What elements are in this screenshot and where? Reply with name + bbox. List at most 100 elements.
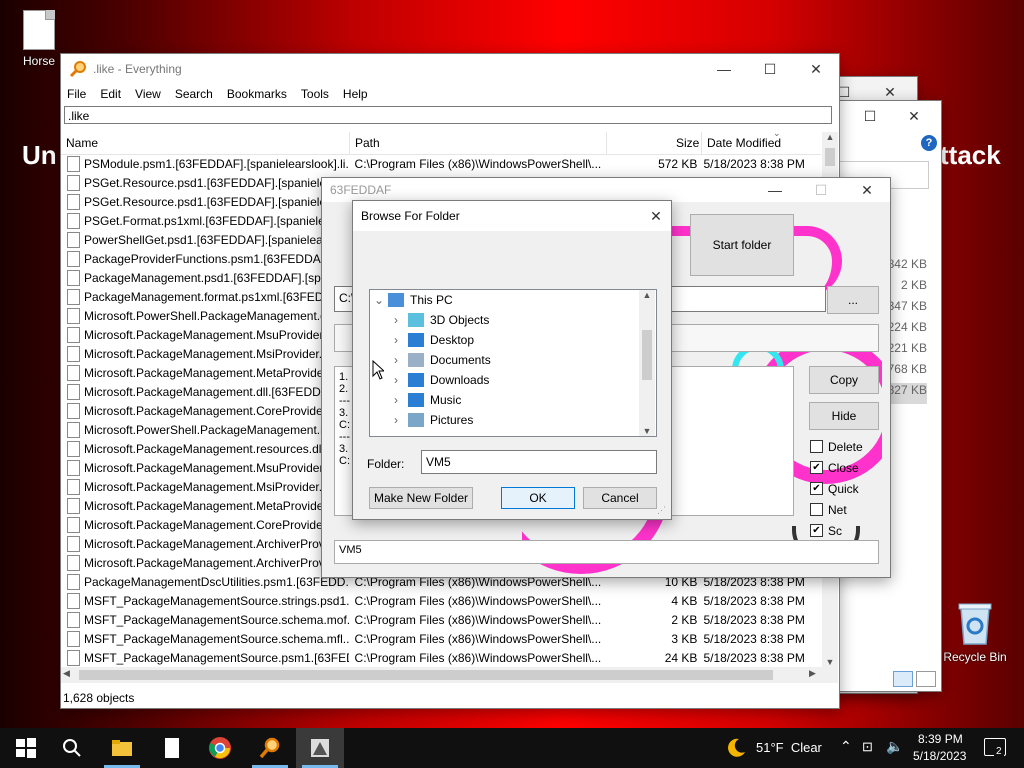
- bottom-input[interactable]: VM5: [334, 540, 879, 564]
- scroll-up-icon[interactable]: ▲: [639, 290, 655, 304]
- taskbar-app-highlight[interactable]: [296, 728, 344, 768]
- everything-search-icon[interactable]: [258, 736, 282, 760]
- chevron-down-icon[interactable]: ⌄: [374, 293, 388, 307]
- chevron-right-icon[interactable]: ›: [394, 353, 408, 367]
- start-folder-button[interactable]: Start folder: [690, 214, 794, 276]
- moon-weather-icon[interactable]: [724, 736, 748, 760]
- desktop-icon-recycle-bin[interactable]: Recycle Bin: [940, 600, 1010, 664]
- details-view-icon[interactable]: [893, 671, 913, 687]
- windows-start-icon[interactable]: [14, 736, 38, 760]
- tree-item[interactable]: › Documents: [394, 350, 491, 370]
- help-icon[interactable]: ?: [921, 135, 937, 151]
- tree-item[interactable]: › 3D Objects: [394, 310, 489, 330]
- menu-tools[interactable]: Tools: [301, 87, 329, 101]
- browse-folder-dialog[interactable]: Browse For Folder ✕ ⌄ This PC › 3D Objects ›…: [352, 200, 672, 520]
- maximize-icon[interactable]: ☐: [747, 54, 793, 84]
- tree-item[interactable]: ⌄ This PC: [374, 290, 453, 310]
- option-net[interactable]: Net: [810, 499, 880, 520]
- tree-item[interactable]: › Pictures: [394, 410, 473, 430]
- hide-button[interactable]: Hide: [809, 402, 879, 430]
- scroll-up-icon[interactable]: ▲: [822, 132, 838, 148]
- tree-scrollbar[interactable]: ▲ ▼: [639, 290, 655, 436]
- chevron-right-icon[interactable]: ›: [394, 333, 408, 347]
- checkbox[interactable]: [810, 440, 823, 453]
- file-icon: [23, 10, 55, 50]
- option-close[interactable]: ✔ Close: [810, 457, 880, 478]
- checkbox[interactable]: [810, 503, 823, 516]
- chevron-right-icon[interactable]: ›: [394, 313, 408, 327]
- dialog-titlebar[interactable]: Browse For Folder ✕: [353, 201, 671, 231]
- close-icon[interactable]: ✕: [641, 201, 671, 231]
- browse-button[interactable]: ...: [827, 286, 879, 314]
- scroll-right-icon[interactable]: ▶: [809, 668, 816, 679]
- option-delete[interactable]: Delete: [810, 436, 880, 457]
- folder-tree[interactable]: ⌄ This PC › 3D Objects › Desktop › Documents › Do…: [369, 289, 657, 437]
- scroll-thumb[interactable]: [642, 330, 652, 380]
- table-row[interactable]: MSFT_PackageManagementSource.schema.mfl.…: [61, 629, 821, 648]
- menu-edit[interactable]: Edit: [100, 87, 121, 101]
- chevron-right-icon[interactable]: ›: [394, 373, 408, 387]
- scroll-thumb[interactable]: [79, 670, 773, 680]
- checkbox[interactable]: ✔: [810, 482, 823, 495]
- clock-time[interactable]: 8:39 PM: [918, 732, 963, 746]
- resize-grip-icon[interactable]: ⋰: [657, 505, 666, 516]
- weather-text[interactable]: 51°F Clear: [756, 740, 822, 755]
- downloads-icon: [408, 373, 424, 387]
- maximize-icon[interactable]: ☐: [855, 101, 885, 131]
- checkbox[interactable]: ✔: [810, 524, 823, 537]
- column-header-name[interactable]: Name: [66, 136, 98, 150]
- network-icon[interactable]: ⊡: [862, 739, 873, 755]
- horizontal-scrollbar[interactable]: ◀ ▶: [61, 667, 838, 683]
- table-row[interactable]: MSFT_PackageManagementSource.schema.mof.…: [61, 610, 821, 629]
- tree-item-label: Music: [430, 393, 462, 407]
- large-icons-view-icon[interactable]: [916, 671, 937, 687]
- close-icon[interactable]: ✕: [899, 101, 929, 131]
- menu-search[interactable]: Search: [175, 87, 213, 101]
- scroll-down-icon[interactable]: ▼: [639, 426, 655, 436]
- table-row[interactable]: MSFT_PackageManagementSource.strings.psd…: [61, 591, 821, 610]
- maximize-icon[interactable]: ☐: [798, 178, 844, 202]
- scroll-thumb[interactable]: [825, 148, 835, 166]
- clock-date[interactable]: 5/18/2023: [913, 749, 966, 763]
- table-row[interactable]: MSFT_PackageManagementSource.psm1.[63FED…: [61, 648, 821, 667]
- close-icon[interactable]: ✕: [844, 178, 890, 202]
- volume-muted-icon[interactable]: 🔈: [886, 738, 903, 755]
- menu-help[interactable]: Help: [343, 87, 368, 101]
- option-sc[interactable]: ✔ Sc: [810, 520, 880, 541]
- view-toggle-icons[interactable]: [893, 671, 937, 687]
- column-header-path[interactable]: Path: [355, 136, 380, 150]
- table-row[interactable]: PSModule.psm1.[63FEDDAF].[spanielearsloo…: [61, 154, 821, 173]
- folder-input[interactable]: VM5: [421, 450, 657, 474]
- ok-button[interactable]: OK: [501, 487, 575, 509]
- cell-size: 2 KB: [671, 612, 698, 627]
- chrome-icon[interactable]: [208, 736, 232, 760]
- search-icon[interactable]: [60, 736, 84, 760]
- chevron-right-icon[interactable]: ›: [394, 413, 408, 427]
- cancel-button[interactable]: Cancel: [583, 487, 657, 509]
- chevron-right-icon[interactable]: ›: [394, 393, 408, 407]
- copy-button[interactable]: Copy: [809, 366, 879, 394]
- notepad-icon[interactable]: [160, 736, 184, 760]
- file-explorer-icon[interactable]: [110, 736, 134, 760]
- option-quick[interactable]: ✔ Quick: [810, 478, 880, 499]
- tree-item[interactable]: › Desktop: [394, 330, 474, 350]
- menu-file[interactable]: File: [67, 87, 86, 101]
- tree-item[interactable]: › Music: [394, 390, 461, 410]
- app-titlebar[interactable]: 63FEDDAF — ☐ ✕: [322, 178, 890, 202]
- chevron-up-icon[interactable]: ⌃: [840, 738, 852, 755]
- make-new-folder-button[interactable]: Make New Folder: [369, 487, 473, 509]
- checkbox[interactable]: ✔: [810, 461, 823, 474]
- minimize-icon[interactable]: —: [701, 54, 747, 84]
- column-header-size[interactable]: Size: [676, 136, 699, 150]
- scroll-left-icon[interactable]: ◀: [63, 668, 70, 679]
- column-header-date[interactable]: Date Modified: [707, 136, 781, 150]
- close-icon[interactable]: ✕: [793, 54, 839, 84]
- menu-view[interactable]: View: [135, 87, 161, 101]
- search-input[interactable]: .like: [64, 106, 832, 124]
- scroll-down-icon[interactable]: ▼: [822, 657, 838, 667]
- everything-titlebar[interactable]: .like - Everything — ☐ ✕: [61, 54, 839, 84]
- cell-name: Microsoft.PackageManagement.ArchiverProv: [84, 536, 325, 551]
- menu-bookmarks[interactable]: Bookmarks: [227, 87, 287, 101]
- minimize-icon[interactable]: —: [752, 178, 798, 202]
- tree-item[interactable]: › Downloads: [394, 370, 489, 390]
